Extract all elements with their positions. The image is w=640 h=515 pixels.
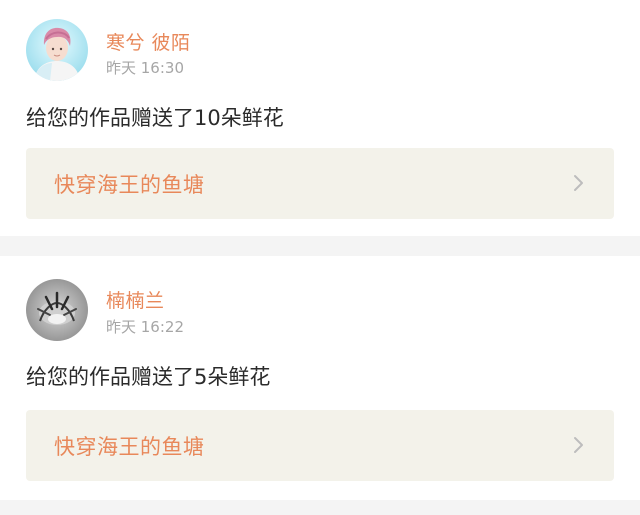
chevron-right-icon [574,437,583,453]
notification-message: 给您的作品赠送了5朵鲜花 [26,365,271,389]
user-avatar[interactable] [26,19,88,81]
notification-message: 给您的作品赠送了10朵鲜花 [26,106,284,130]
user-avatar-icon [26,19,88,81]
username[interactable]: 楠楠兰 [106,286,165,313]
username[interactable]: 寒兮 彼陌 [106,28,191,55]
timestamp: 昨天 16:22 [106,318,184,336]
card-separator [0,500,640,515]
chevron-right-icon [574,175,583,191]
work-title: 快穿海王的鱼塘 [54,173,205,197]
work-title: 快穿海王的鱼塘 [54,435,205,459]
work-link-card[interactable]: 快穿海王的鱼塘 [26,148,614,219]
card-separator [0,236,640,256]
user-avatar-icon [26,279,88,341]
notification-card: 寒兮 彼陌 昨天 16:30 给您的作品赠送了10朵鲜花 快穿海王的鱼塘 [0,0,640,236]
notification-feed: 寒兮 彼陌 昨天 16:30 给您的作品赠送了10朵鲜花 快穿海王的鱼塘 楠楠兰… [0,0,640,515]
work-link-card[interactable]: 快穿海王的鱼塘 [26,410,614,481]
timestamp: 昨天 16:30 [106,59,184,77]
user-avatar[interactable] [26,279,88,341]
notification-card: 楠楠兰 昨天 16:22 给您的作品赠送了5朵鲜花 快穿海王的鱼塘 [0,256,640,500]
